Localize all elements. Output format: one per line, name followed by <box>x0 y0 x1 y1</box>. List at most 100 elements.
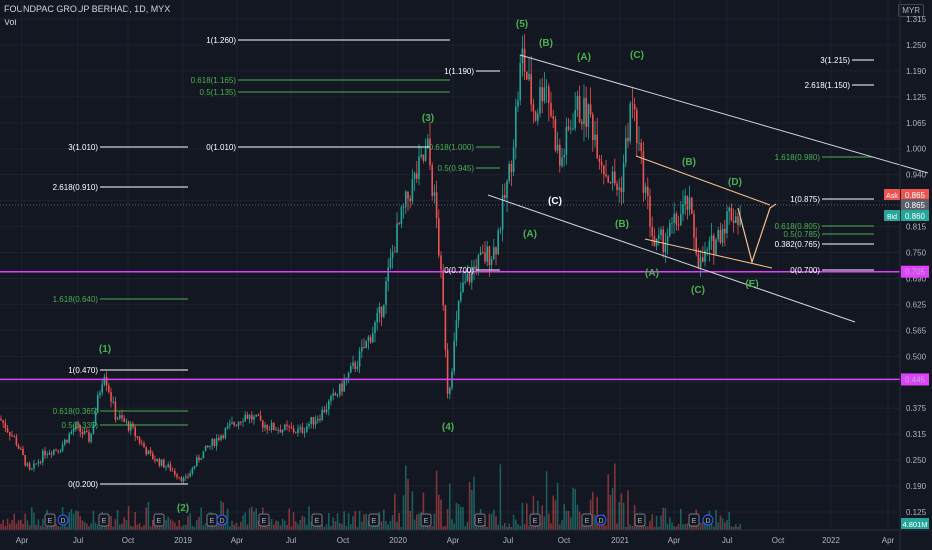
volume-bar <box>554 500 557 530</box>
volume-bar <box>431 526 433 530</box>
volume-bar <box>301 515 304 530</box>
candle-body <box>548 86 550 104</box>
candle-body <box>244 414 246 422</box>
candle-body <box>534 111 537 121</box>
volume-bar <box>735 524 737 530</box>
candle-body <box>319 418 321 421</box>
candle-body <box>479 251 482 256</box>
candle-body <box>152 453 154 460</box>
candle-body <box>189 473 191 477</box>
volume-bar <box>270 518 273 530</box>
volume-bar <box>328 512 330 530</box>
volume-bar <box>83 521 86 530</box>
candle-body <box>587 104 590 127</box>
event-marker-label: E <box>157 518 162 525</box>
wave-label: (B) <box>539 38 553 49</box>
candle-body <box>486 246 488 262</box>
candle-body <box>732 220 735 224</box>
fib-level-label: 1(1.260) <box>206 36 236 45</box>
candle-body <box>196 457 198 466</box>
candle-body <box>484 252 486 262</box>
event-marker-label: E <box>692 518 697 525</box>
volume-bar <box>669 517 671 530</box>
volume-bar <box>231 520 233 530</box>
volume-bar <box>68 512 70 530</box>
candle-body <box>380 306 383 317</box>
candle-body <box>262 420 264 428</box>
event-marker-label: E <box>372 518 377 525</box>
fib-level-label: 0.5(0.785) <box>784 230 821 239</box>
candle-body <box>526 71 528 80</box>
volume-bar <box>242 515 244 530</box>
volume-bar <box>446 508 449 530</box>
candle-body <box>334 393 337 396</box>
volume-bar <box>629 524 631 530</box>
quote-side-label: Bid <box>887 214 897 221</box>
candle-body <box>453 340 455 372</box>
volume-bar <box>350 524 352 530</box>
candle-body <box>662 229 664 253</box>
candle-body <box>699 257 702 268</box>
event-marker-label: E <box>424 518 429 525</box>
candle-body <box>660 229 662 236</box>
candle-body <box>191 467 194 474</box>
candle-body <box>2 420 4 424</box>
volume-bar <box>462 507 464 530</box>
candle-body <box>259 415 262 421</box>
event-marker-label: E <box>315 518 320 525</box>
volume-bar <box>191 525 194 530</box>
candle-body <box>519 63 521 101</box>
volume-bar <box>64 524 66 530</box>
volume-bar <box>330 525 332 530</box>
candle-body <box>424 148 427 161</box>
volume-bar <box>26 520 29 530</box>
volume-bar <box>279 525 282 530</box>
candle-body <box>147 450 150 455</box>
candle-body <box>204 445 207 452</box>
price-chart[interactable]: 1(1.260) 0.618(1.165) 0.5(1.135) 1(1.190) 0(… <box>0 0 932 550</box>
candle-body <box>354 362 356 369</box>
candle-body <box>134 427 136 437</box>
volume-bar <box>86 523 88 530</box>
volume-bar <box>202 525 205 530</box>
volume-bar <box>594 514 596 530</box>
candle-body <box>28 463 31 470</box>
volume-bar <box>433 513 436 530</box>
candle-body <box>57 450 59 452</box>
trend-line <box>487 194 856 323</box>
candle-body <box>295 431 297 433</box>
candle-body <box>607 176 609 183</box>
volume-bar <box>413 519 416 530</box>
candle-body <box>730 207 733 221</box>
candle-body <box>462 282 464 292</box>
candle-body <box>22 448 24 455</box>
candle-body <box>15 436 18 446</box>
candle-body <box>636 109 638 144</box>
candle-body <box>609 182 612 184</box>
volume-bar <box>11 520 13 530</box>
candle-body <box>559 144 561 166</box>
candle-body <box>537 113 539 121</box>
volume-bar <box>196 520 198 530</box>
candle-body <box>490 258 493 266</box>
volume-bar <box>35 524 37 530</box>
candle-body <box>585 97 587 127</box>
volume-bar <box>9 523 11 530</box>
candle-body <box>574 110 576 129</box>
candle-body <box>136 436 139 438</box>
candle-body <box>620 187 623 192</box>
x-tick-label: Oct <box>772 536 785 545</box>
candle-body <box>431 165 433 196</box>
candle-body <box>367 336 370 342</box>
volume-bar <box>570 517 572 530</box>
candle-body <box>517 100 519 107</box>
fib-level-label: 2.618(1.150) <box>805 81 851 90</box>
candle-body <box>512 147 515 172</box>
volume-bar <box>149 526 152 530</box>
candle-body <box>735 216 737 224</box>
volume-bar <box>576 504 579 530</box>
volume-bar <box>702 521 704 530</box>
volume-bar <box>499 464 502 530</box>
volume-bar <box>611 488 614 530</box>
volume-bar <box>664 508 667 530</box>
